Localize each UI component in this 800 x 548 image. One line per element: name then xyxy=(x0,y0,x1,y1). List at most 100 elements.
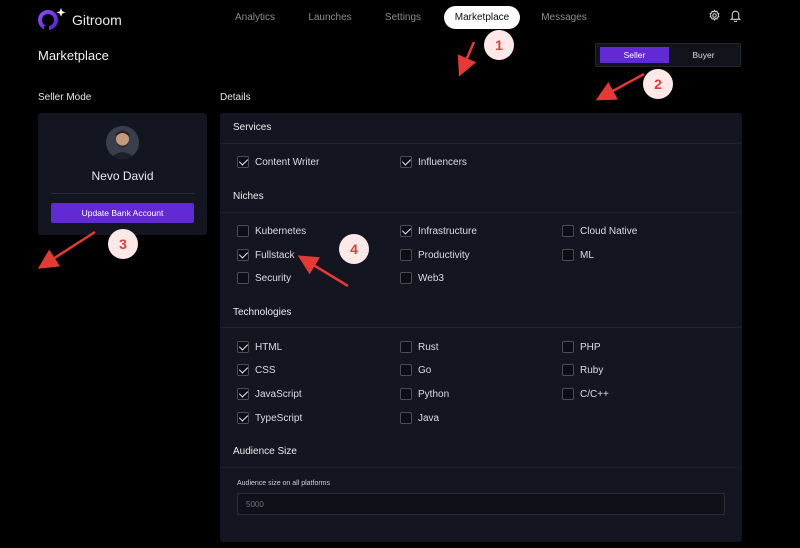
page-title: Marketplace xyxy=(38,48,109,63)
niches-title: Niches xyxy=(233,191,264,202)
audience-size-input[interactable] xyxy=(237,493,725,515)
audience-size-label: Audience size on all platforms xyxy=(237,480,330,487)
checkbox-content-writer[interactable]: Content Writer xyxy=(237,155,319,169)
checkbox-box[interactable] xyxy=(400,225,412,237)
checkbox-label: Go xyxy=(418,364,432,376)
checkbox-python[interactable]: Python xyxy=(400,387,449,401)
seller-mode-heading: Seller Mode xyxy=(38,92,92,103)
technologies-title: Technologies xyxy=(233,307,292,318)
checkbox-box[interactable] xyxy=(562,225,574,237)
checkbox-productivity[interactable]: Productivity xyxy=(400,248,470,262)
details-panel: Services Content Writer Influencers Nich… xyxy=(220,113,742,542)
checkbox-label: Security xyxy=(255,272,292,284)
checkbox-box[interactable] xyxy=(400,272,412,284)
divider xyxy=(51,193,194,194)
checkbox-label: Web3 xyxy=(418,272,444,284)
checkbox-label: HTML xyxy=(255,341,283,353)
checkbox-label: Cloud Native xyxy=(580,225,638,237)
checkbox-label: Kubernetes xyxy=(255,225,307,237)
checkbox-fullstack[interactable]: Fullstack xyxy=(237,248,294,262)
details-heading: Details xyxy=(220,92,251,103)
checkbox-label: JavaScript xyxy=(255,388,302,400)
checkbox-label: Python xyxy=(418,388,450,400)
nav-settings[interactable]: Settings xyxy=(376,6,430,29)
checkbox-label: TypeScript xyxy=(255,412,303,424)
seller-toggle-button[interactable]: Seller xyxy=(600,47,669,63)
checkbox-influencers[interactable]: Influencers xyxy=(400,155,467,169)
checkbox-label: PHP xyxy=(580,341,601,353)
checkbox-box[interactable] xyxy=(562,388,574,400)
annotation-badge-4: 4 xyxy=(339,234,369,264)
checkbox-box[interactable] xyxy=(237,364,249,376)
checkbox-box[interactable] xyxy=(237,249,249,261)
checkbox-label: ML xyxy=(580,249,594,261)
checkbox-box[interactable] xyxy=(237,225,249,237)
checkbox-label: Fullstack xyxy=(255,249,295,261)
divider xyxy=(220,143,742,144)
annotation-badge-2: 2 xyxy=(643,69,673,99)
checkbox-label: Java xyxy=(418,412,440,424)
annotation-badge-1: 1 xyxy=(484,30,514,60)
seller-name: Nevo David xyxy=(91,169,154,183)
checkbox-go[interactable]: Go xyxy=(400,363,431,377)
avatar xyxy=(106,126,139,159)
checkbox-infrastructure[interactable]: Infrastructure xyxy=(400,224,477,238)
audience-size-title: Audience Size xyxy=(233,446,297,457)
checkbox-label: CSS xyxy=(255,364,276,376)
checkbox-javascript[interactable]: JavaScript xyxy=(237,387,302,401)
checkbox-box[interactable] xyxy=(562,249,574,261)
divider xyxy=(220,212,742,213)
checkbox-label: Content Writer xyxy=(255,156,320,168)
top-bar: Gitroom Analytics Launches Settings Mark… xyxy=(0,0,800,38)
checkbox-box[interactable] xyxy=(400,341,412,353)
checkbox-java[interactable]: Java xyxy=(400,411,439,425)
checkbox-box[interactable] xyxy=(237,341,249,353)
checkbox-css[interactable]: CSS xyxy=(237,363,276,377)
divider xyxy=(220,467,742,468)
update-bank-account-button[interactable]: Update Bank Account xyxy=(51,203,194,223)
checkbox-box[interactable] xyxy=(562,364,574,376)
checkbox-box[interactable] xyxy=(237,412,249,424)
checkbox-box[interactable] xyxy=(562,341,574,353)
checkbox-ml[interactable]: ML xyxy=(562,248,594,262)
checkbox-box[interactable] xyxy=(400,388,412,400)
services-title: Services xyxy=(233,122,272,133)
checkbox-web3[interactable]: Web3 xyxy=(400,271,444,285)
checkbox-label: Ruby xyxy=(580,364,604,376)
checkbox-box[interactable] xyxy=(237,272,249,284)
checkbox-box[interactable] xyxy=(400,412,412,424)
checkbox-label: Infrastructure xyxy=(418,225,477,237)
bell-icon[interactable] xyxy=(729,9,742,27)
main-nav: Analytics Launches Settings Marketplace … xyxy=(0,6,800,30)
checkbox-cloud-native[interactable]: Cloud Native xyxy=(562,224,637,238)
checkbox-kubernetes[interactable]: Kubernetes xyxy=(237,224,306,238)
buyer-toggle-button[interactable]: Buyer xyxy=(669,47,738,63)
nav-marketplace[interactable]: Marketplace xyxy=(444,6,520,29)
nav-launches[interactable]: Launches xyxy=(302,6,358,29)
mode-toggle: Seller Buyer xyxy=(595,43,741,67)
checkbox-ruby[interactable]: Ruby xyxy=(562,363,603,377)
checkbox-label: Productivity xyxy=(418,249,470,261)
arrow-3 xyxy=(37,230,96,269)
nav-analytics[interactable]: Analytics xyxy=(226,6,284,29)
checkbox-label: Influencers xyxy=(418,156,467,168)
checkbox-box[interactable] xyxy=(237,388,249,400)
annotation-badge-3: 3 xyxy=(108,229,138,259)
checkbox-c-cpp[interactable]: C/C++ xyxy=(562,387,609,401)
checkbox-php[interactable]: PHP xyxy=(562,340,601,354)
arrow-1 xyxy=(457,41,477,77)
checkbox-box[interactable] xyxy=(400,249,412,261)
checkbox-rust[interactable]: Rust xyxy=(400,340,439,354)
seller-card: Nevo David Update Bank Account xyxy=(38,113,207,235)
divider xyxy=(220,327,742,328)
checkbox-label: Rust xyxy=(418,341,439,353)
gear-icon[interactable] xyxy=(708,9,721,27)
checkbox-security[interactable]: Security xyxy=(237,271,291,285)
checkbox-typescript[interactable]: TypeScript xyxy=(237,411,302,425)
checkbox-box[interactable] xyxy=(237,156,249,168)
checkbox-html[interactable]: HTML xyxy=(237,340,282,354)
checkbox-box[interactable] xyxy=(400,156,412,168)
checkbox-box[interactable] xyxy=(400,364,412,376)
nav-messages[interactable]: Messages xyxy=(534,6,594,29)
arrow-2 xyxy=(595,72,645,101)
